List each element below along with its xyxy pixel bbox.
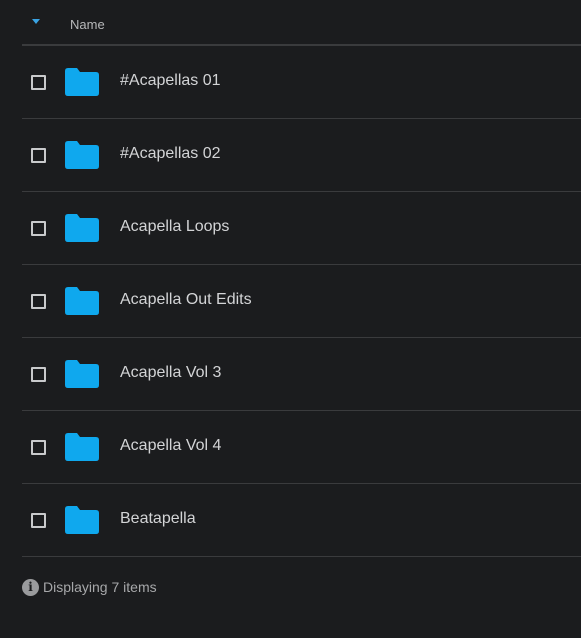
list-item[interactable]: Acapella Vol 4 <box>22 411 581 484</box>
row-checkbox[interactable] <box>31 148 46 163</box>
folder-icon <box>65 360 99 388</box>
folder-icon <box>65 287 99 315</box>
folder-icon <box>65 141 99 169</box>
list-item[interactable]: #Acapellas 02 <box>22 119 581 192</box>
sort-caret-icon[interactable] <box>32 19 40 24</box>
folder-icon <box>65 214 99 242</box>
info-icon: i <box>22 578 39 596</box>
row-checkbox[interactable] <box>31 367 46 382</box>
row-checkbox[interactable] <box>31 440 46 455</box>
row-checkbox[interactable] <box>31 221 46 236</box>
folder-icon <box>65 68 99 96</box>
folder-name[interactable]: Acapella Vol 4 <box>120 437 221 455</box>
list-item[interactable]: Acapella Vol 3 <box>22 338 581 411</box>
status-bar: i Displaying 7 items <box>22 577 157 597</box>
folder-name[interactable]: Acapella Out Edits <box>120 291 252 309</box>
folder-name[interactable]: Acapella Loops <box>120 218 229 236</box>
list-item[interactable]: Acapella Loops <box>22 192 581 265</box>
list-item[interactable]: Acapella Out Edits <box>22 265 581 338</box>
file-list: Name #Acapellas 01 #Acapellas 02 Acapell… <box>22 0 581 596</box>
folder-icon <box>65 433 99 461</box>
list-header: Name <box>22 0 581 46</box>
folder-name[interactable]: Acapella Vol 3 <box>120 364 221 382</box>
row-checkbox[interactable] <box>31 294 46 309</box>
folder-name[interactable]: #Acapellas 02 <box>120 145 221 163</box>
folder-icon <box>65 506 99 534</box>
row-checkbox[interactable] <box>31 513 46 528</box>
list-item[interactable]: Beatapella <box>22 484 581 557</box>
item-count-status: Displaying 7 items <box>43 579 157 595</box>
column-header-name[interactable]: Name <box>70 17 105 32</box>
list-item[interactable]: #Acapellas 01 <box>22 46 581 119</box>
folder-name[interactable]: #Acapellas 01 <box>120 72 221 90</box>
row-checkbox[interactable] <box>31 75 46 90</box>
folder-name[interactable]: Beatapella <box>120 510 196 528</box>
